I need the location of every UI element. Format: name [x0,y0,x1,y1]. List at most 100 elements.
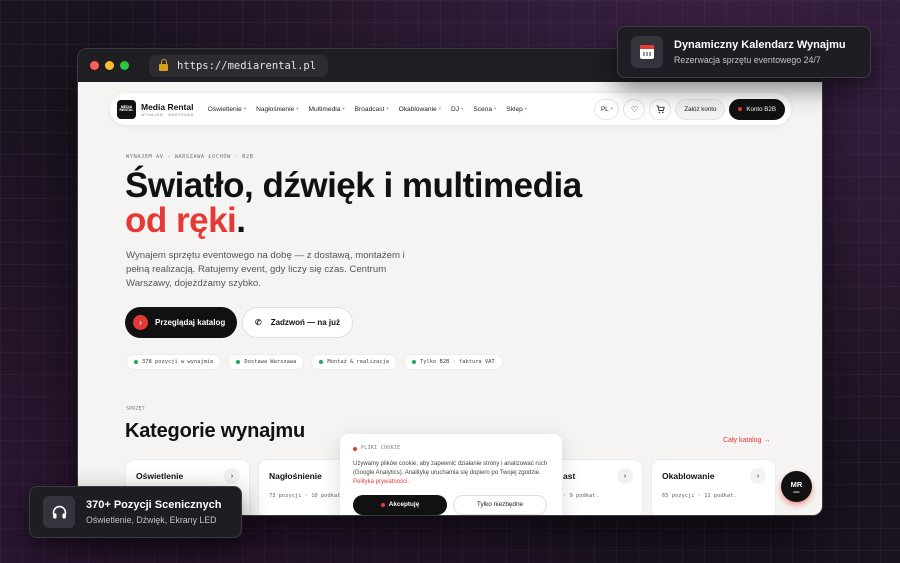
hero-title-line2: od ręki. [125,203,246,239]
menu-item-scena[interactable]: Scena ▾ [473,106,496,113]
chevron-down-icon: ▾ [243,106,247,111]
chevron-down-icon: ▾ [296,106,299,111]
badge-subtitle: Oświetlenie, Dźwięk, Ekrany LED [86,515,217,525]
menu-label: Okablowanie [398,105,437,113]
browse-catalog-button[interactable]: › Przeglądaj katalog [125,307,238,338]
badge-title: 370+ Pozycji Scenicznych [86,499,222,511]
category-title: Okablowanie [662,471,715,481]
language-switcher[interactable]: PL ▾ [594,98,620,120]
category-card[interactable]: Okablowanie › 65 pozycji · 11 podkat. [651,459,776,515]
badge-subtitle: Rezerwacja sprzętu eventowego 24/7 [674,55,821,65]
cookie-actions: Akceptuję Tylko niezbędne [353,494,550,515]
feature-chip: 378 pozycji w wynajmie [126,354,222,370]
nav-actions: PL ▾ ♡ Załóż konto Konto B2B [594,98,785,120]
privacy-policy-link[interactable]: Polityka prywatności. [353,479,409,485]
category-meta: 65 pozycji · 11 podkat. [662,493,737,499]
menu-label: Nagłośnienie [256,105,295,113]
chevron-down-icon: ▾ [524,106,528,111]
hero-title-dot: . [236,201,246,240]
menu-label: Broadcast [354,105,385,113]
phone-icon: ✆ [255,318,262,327]
hero-title-accent: od ręki [125,201,237,240]
hero-eyebrow: WYNAJEM AV · WARSZAWA ŁOCHÓW · B2B [126,154,254,160]
menu-item-dj[interactable]: DJ ▾ [451,106,463,113]
b2b-account-button[interactable]: Konto B2B [729,98,785,120]
minimize-window-dot[interactable] [105,61,114,70]
badge-title: Dynamiczny Kalendarz Wynajmu [674,39,846,51]
chevron-down-icon: ▾ [610,106,613,111]
cookie-heading: PLIKI COOKIE [353,446,550,451]
section-eyebrow: SPRZĘT [126,406,145,412]
cookie-banner: PLIKI COOKIE Używamy plików cookie, aby … [340,434,562,515]
menu-item-sklep[interactable]: Sklep ▾ [506,106,527,113]
status-dot [319,360,324,364]
calendar-feature-badge: Dynamiczny Kalendarz Wynajmu Rezerwacja … [617,26,871,78]
feature-chip: Dostawa Warszawa [228,354,305,370]
favorites-button[interactable]: ♡ [623,98,646,120]
chevron-right-icon: › [750,468,766,484]
brand-name: Media Rental [141,101,194,112]
menu-item-okablowanie[interactable]: Okablowanie ▾ [399,106,441,113]
headphones-icon [43,496,75,528]
lock-icon [159,58,168,71]
chip-label: Montaż & realizacja [327,359,390,365]
feature-chips: 378 pozycji w wynajmie Dostawa Warszawa … [126,354,503,370]
menu-item-naglosnienie[interactable]: Nagłośnienie ▾ [256,106,298,113]
brand[interactable]: Media Rental WYNAJEM · WARSZAWA [141,102,194,117]
feature-chip: Montaż & realizacja [311,354,398,370]
chevron-right-icon: › [133,315,148,330]
menu-label: Sklep [506,105,523,113]
category-meta: · 9 podkat. [563,493,599,499]
status-dot [236,360,241,364]
cookie-text: Używamy plików cookie, aby zapewnić dzia… [353,460,550,488]
menu-label: Oświetlenie [207,105,242,113]
register-button[interactable]: Załóż konto [675,98,726,120]
b2b-label: Konto B2B [746,105,776,113]
hero-lead: Wynajem sprzętu eventowego na dobę — z d… [126,250,405,289]
calendar-icon [631,36,663,68]
category-title: Oświetlenie [136,471,184,481]
chevron-right-icon: › [617,468,633,484]
address-bar-url: https://mediarental.pl [177,59,317,72]
status-dot [380,502,385,507]
call-now-button[interactable]: ✆ Zadzwoń — na już [242,307,354,338]
maximize-window-dot[interactable] [120,61,129,70]
floating-avatar-button[interactable]: MR B2B [781,471,812,502]
main-menu: Oświetlenie ▾ Nagłośnienie ▾ Multimedia ▾ B… [208,106,537,113]
menu-item-broadcast[interactable]: Broadcast ▾ [355,106,389,113]
accept-cookies-button[interactable]: Akceptuję [353,494,447,515]
menu-item-multimedia[interactable]: Multimedia ▾ [308,106,344,113]
language-label: PL [600,105,609,113]
call-now-label: Zadzwoń — na już [270,318,341,327]
category-title: Nagłośnienie [269,471,322,481]
brand-subtitle: WYNAJEM · WARSZAWA [141,112,194,117]
chevron-down-icon: ▾ [438,106,441,111]
menu-label: DJ [451,105,460,113]
cookie-heading-label: PLIKI COOKIE [361,446,401,451]
menu-label: Multimedia [308,105,341,113]
browser-window: https://mediarental.pl MEDIA RENTAL Media… [77,48,823,516]
avatar-initials: MR [790,479,803,489]
chevron-down-icon: ▾ [342,106,345,111]
accept-label: Akceptuję [388,501,420,509]
full-catalog-link[interactable]: Cały katalog → [723,437,770,444]
avatar-subtitle: B2B [793,489,800,494]
cart-icon [656,104,665,113]
menu-item-oswietlenie[interactable]: Oświetlenie ▾ [208,106,246,113]
chevron-down-icon: ▾ [494,106,497,111]
browse-catalog-label: Przeglądaj katalog [155,318,226,327]
chevron-down-icon: ▾ [386,106,389,111]
hero-title-line1: Światło, dźwięk i multimedia [125,166,582,205]
address-bar[interactable]: https://mediarental.pl [149,54,329,77]
brand-logo[interactable]: MEDIA RENTAL [117,99,136,119]
chip-label: Tylko B2B · faktura VAT [420,359,495,365]
cart-button[interactable] [649,98,672,120]
cookie-body: Używamy plików cookie, aby zapewnić dzia… [353,461,548,477]
necessary-cookies-button[interactable]: Tylko niezbędne [453,494,547,515]
feature-chip: Tylko B2B · faktura VAT [404,354,503,370]
chevron-right-icon: › [224,468,240,484]
close-window-dot[interactable] [90,61,99,70]
status-dot [353,446,357,451]
menu-label: Scena [473,105,493,113]
positions-feature-badge: 370+ Pozycji Scenicznych Oświetlenie, Dź… [29,486,242,538]
